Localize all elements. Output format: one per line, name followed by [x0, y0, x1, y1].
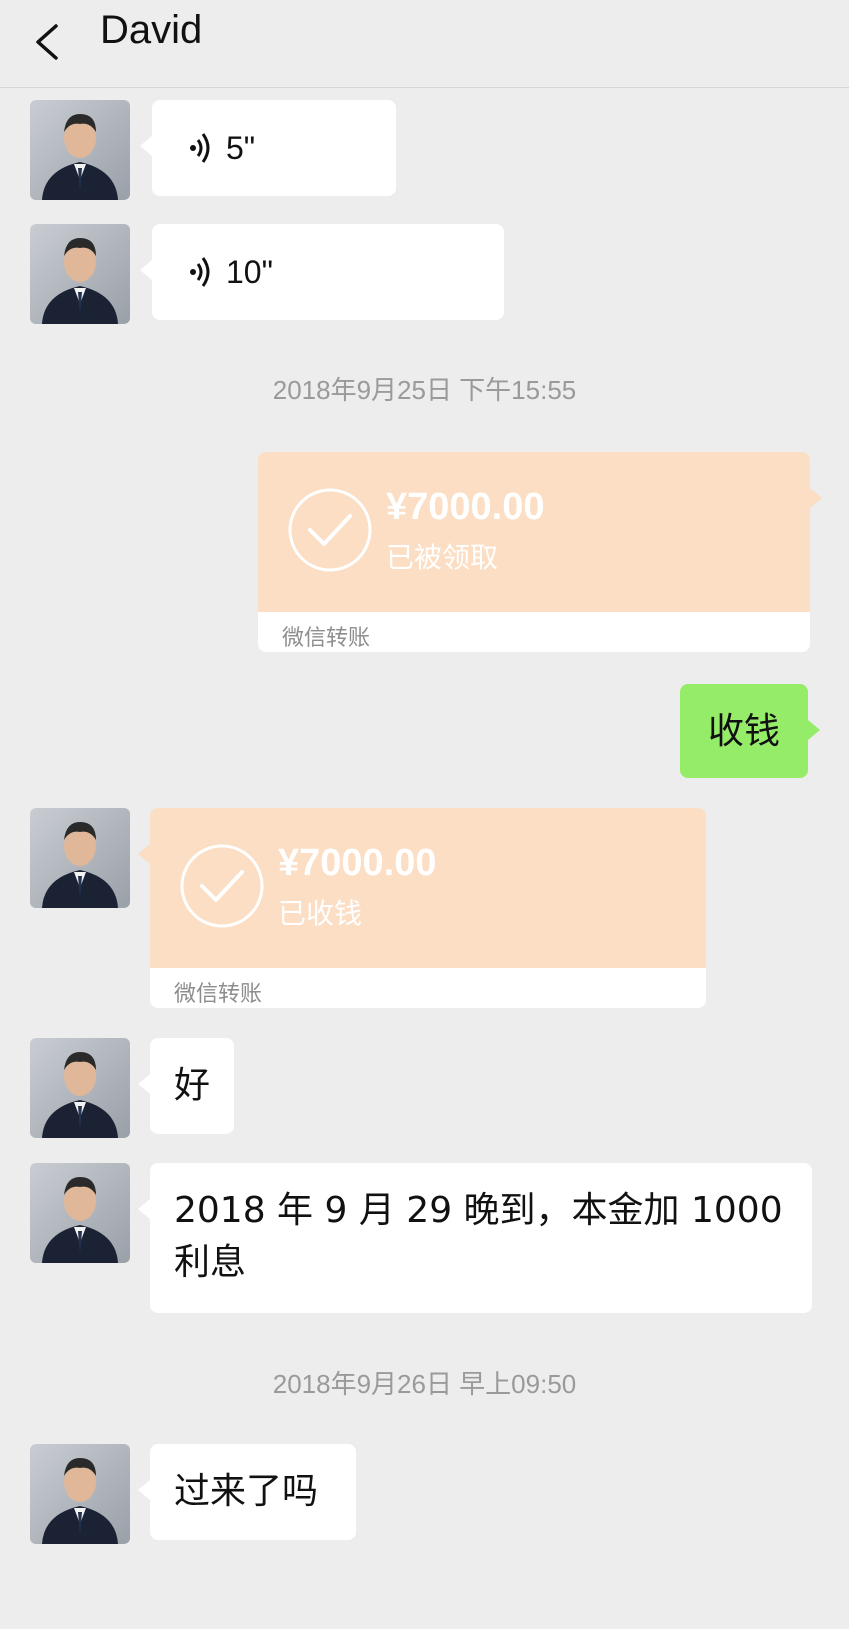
transfer-status: 已收钱: [278, 897, 363, 930]
avatar[interactable]: [30, 1038, 130, 1138]
transfer-card[interactable]: ¥7000.00 已收钱 微信转账: [138, 808, 706, 1008]
voice-message[interactable]: 5": [140, 100, 396, 196]
voice-message[interactable]: 10": [140, 224, 504, 320]
text-message[interactable]: 好: [138, 1038, 234, 1134]
transfer-amount: ¥7000.00: [278, 842, 437, 884]
avatar[interactable]: [30, 1163, 130, 1263]
text-message[interactable]: 收钱: [680, 684, 820, 778]
avatar[interactable]: [30, 224, 130, 324]
transfer-amount: ¥7000.00: [386, 486, 545, 528]
chat-header: David: [0, 0, 849, 88]
avatar[interactable]: [30, 1444, 130, 1544]
text-message[interactable]: 2018 年 9 月 29 晚到，本金加 1000 利息: [138, 1163, 812, 1313]
transfer-footer: 微信转账: [282, 626, 371, 651]
voice-duration: 10": [226, 253, 273, 290]
avatar[interactable]: [30, 808, 130, 908]
chat-title: David: [100, 8, 203, 52]
transfer-card[interactable]: ¥7000.00 已被领取 微信转账: [258, 452, 822, 652]
voice-duration: 5": [226, 129, 256, 166]
message-timestamp: 2018年9月25日 下午15:55: [272, 375, 577, 405]
voice-wave-icon: [190, 133, 210, 163]
avatar[interactable]: [30, 100, 130, 200]
check-circle-icon: [288, 488, 372, 572]
check-circle-icon: [180, 844, 264, 928]
transfer-footer: 微信转账: [174, 982, 263, 1007]
voice-wave-icon: [190, 257, 210, 287]
message-timestamp: 2018年9月26日 早上09:50: [272, 1369, 577, 1399]
transfer-status: 已被领取: [386, 541, 499, 574]
chevron-left-icon[interactable]: [30, 22, 70, 62]
text-message[interactable]: 过来了吗: [138, 1444, 356, 1540]
